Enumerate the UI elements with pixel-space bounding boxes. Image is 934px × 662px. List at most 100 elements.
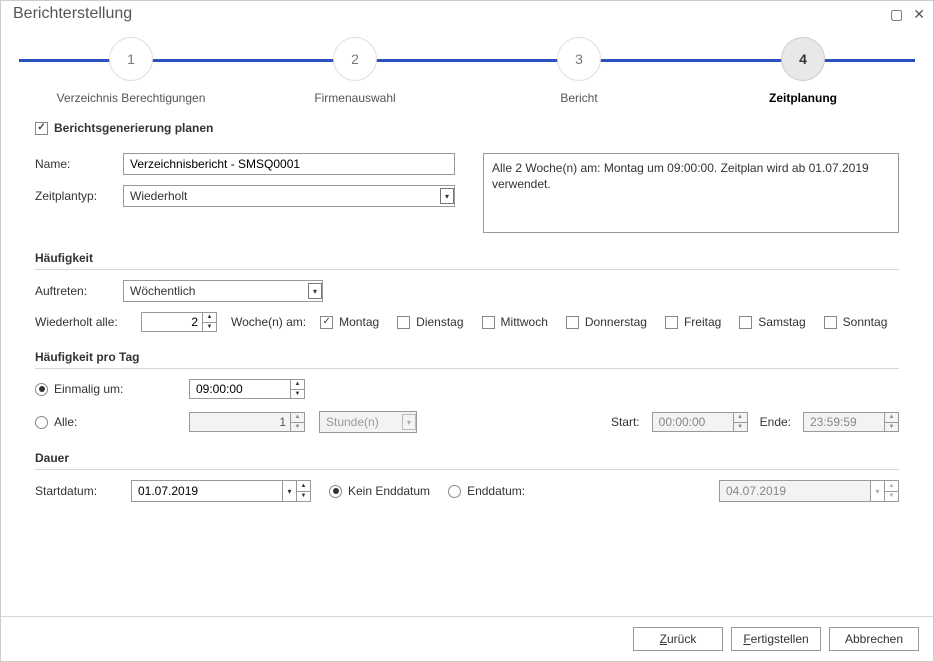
repeat-label: Wiederholt alle:	[35, 315, 127, 329]
daily-title: Häufigkeit pro Tag	[35, 350, 899, 369]
noend-radio[interactable]	[329, 485, 342, 498]
back-button[interactable]: Zurück	[633, 627, 723, 651]
day-dienstag[interactable]: Dienstag	[397, 315, 463, 329]
name-label: Name:	[35, 157, 113, 171]
spin-down-icon[interactable]: ▼	[291, 390, 304, 399]
step-3-circle: 3	[557, 37, 601, 81]
once-radio-group[interactable]: Einmalig um:	[35, 382, 175, 396]
day-donnerstag[interactable]: Donnerstag	[566, 315, 647, 329]
noend-radio-group[interactable]: Kein Enddatum	[329, 484, 430, 498]
every-radio[interactable]	[35, 416, 48, 429]
spin-down-icon[interactable]: ▼	[203, 323, 216, 332]
enddate-label: Enddatum:	[467, 484, 525, 498]
spin-down-icon: ▼	[885, 423, 898, 432]
spin-controls: ▲ ▼	[884, 481, 898, 501]
spin-up-icon: ▲	[291, 413, 304, 423]
day-sonntag[interactable]: Sonntag	[824, 315, 888, 329]
name-input[interactable]	[123, 153, 455, 175]
plan-left-col: Name: Zeitplantyp: Wiederholt ▾	[35, 153, 455, 217]
start-end-group: Start: ▲ ▼ Ende: ▲ ▼	[611, 412, 899, 432]
step-2[interactable]: 2 Firmenauswahl	[243, 37, 467, 105]
chevron-down-icon: ▾	[402, 414, 416, 430]
startdate-label: Startdatum:	[35, 484, 113, 498]
plan-checkbox-label: Berichtsgenerierung planen	[54, 121, 213, 135]
chevron-down-icon[interactable]: ▾	[282, 481, 296, 501]
spin-up-icon: ▲	[885, 481, 898, 492]
enddate-input	[720, 481, 870, 501]
step-1[interactable]: 1 Verzeichnis Berechtigungen	[19, 37, 243, 105]
day-mittwoch[interactable]: Mittwoch	[482, 315, 548, 329]
spin-down-icon: ▼	[885, 492, 898, 502]
enddate-combo: ▾ ▲ ▼	[719, 480, 899, 502]
spin-controls: ▲ ▼	[290, 413, 304, 431]
duration-row: Startdatum: ▾ ▲ ▼ Kein Enddatum Enddatum…	[35, 480, 899, 502]
step-2-circle: 2	[333, 37, 377, 81]
type-combo[interactable]: Wiederholt ▾	[123, 185, 455, 207]
spin-controls[interactable]: ▲ ▼	[290, 380, 304, 398]
spin-controls[interactable]: ▲ ▼	[296, 481, 310, 501]
once-row: Einmalig um: ▲ ▼	[35, 379, 899, 399]
every-spinbox: ▲ ▼	[189, 412, 305, 432]
every-label: Alle:	[54, 415, 77, 429]
spin-up-icon[interactable]: ▲	[297, 481, 310, 492]
day-freitag[interactable]: Freitag	[665, 315, 721, 329]
every-input	[190, 413, 290, 431]
day-samstag[interactable]: Samstag	[739, 315, 805, 329]
occur-label: Auftreten:	[35, 284, 113, 298]
once-timebox[interactable]: ▲ ▼	[189, 379, 305, 399]
every-row: Alle: ▲ ▼ Stunde(n) ▾ Start: ▲ ▼ Ende:	[35, 411, 899, 433]
occur-combo[interactable]: Wöchentlich ▾	[123, 280, 323, 302]
repeat-unit: Woche(n) am:	[231, 315, 306, 329]
step-1-label: Verzeichnis Berechtigungen	[57, 91, 206, 105]
step-4-circle: 4	[781, 37, 825, 81]
spin-controls[interactable]: ▲ ▼	[202, 313, 216, 331]
startdate-input[interactable]	[132, 481, 282, 501]
repeat-input[interactable]	[142, 313, 202, 331]
once-time-input[interactable]	[190, 380, 290, 398]
content: Berichtsgenerierung planen Name: Zeitpla…	[1, 105, 933, 502]
titlebar: Berichterstellung ▢ ✕	[1, 1, 933, 31]
maximize-icon[interactable]: ▢	[890, 6, 903, 23]
every-unit-combo: Stunde(n) ▾	[319, 411, 417, 433]
repeat-spinbox[interactable]: ▲ ▼	[141, 312, 217, 332]
window-title: Berichterstellung	[13, 5, 132, 23]
occur-row: Auftreten: Wöchentlich ▾	[35, 280, 899, 302]
every-unit: Stunde(n)	[326, 415, 379, 429]
chevron-down-icon[interactable]: ▾	[440, 188, 454, 204]
spin-up-icon[interactable]: ▲	[203, 313, 216, 323]
step-4[interactable]: 4 Zeitplanung	[691, 37, 915, 105]
occur-value: Wöchentlich	[130, 284, 195, 298]
chevron-down-icon[interactable]: ▾	[308, 283, 322, 299]
enddate-radio[interactable]	[448, 485, 461, 498]
start-timebox: ▲ ▼	[652, 412, 748, 432]
step-3[interactable]: 3 Bericht	[467, 37, 691, 105]
end-label: Ende:	[760, 415, 791, 429]
start-input	[653, 413, 733, 431]
cancel-button[interactable]: Abbrechen	[829, 627, 919, 651]
end-timebox: ▲ ▼	[803, 412, 899, 432]
spin-up-icon: ▲	[885, 413, 898, 423]
frequency-title: Häufigkeit	[35, 251, 899, 270]
finish-button[interactable]: Fertigstellen	[731, 627, 821, 651]
wizard-steps: 1 Verzeichnis Berechtigungen 2 Firmenaus…	[1, 37, 933, 105]
spin-up-icon[interactable]: ▲	[291, 380, 304, 390]
spin-down-icon[interactable]: ▼	[297, 492, 310, 502]
close-icon[interactable]: ✕	[913, 6, 925, 23]
every-radio-group[interactable]: Alle:	[35, 415, 175, 429]
enddate-radio-group[interactable]: Enddatum:	[448, 484, 525, 498]
duration-title: Dauer	[35, 451, 899, 470]
step-3-label: Bericht	[560, 91, 597, 105]
spin-down-icon: ▼	[734, 423, 747, 432]
spin-controls: ▲ ▼	[733, 413, 747, 431]
day-montag[interactable]: Montag	[320, 315, 379, 329]
plan-checkbox[interactable]	[35, 122, 48, 135]
startdate-combo[interactable]: ▾ ▲ ▼	[131, 480, 311, 502]
plan-checkbox-row[interactable]: Berichtsgenerierung planen	[35, 121, 899, 135]
schedule-summary: Alle 2 Woche(n) am: Montag um 09:00:00. …	[483, 153, 899, 233]
plan-top-grid: Name: Zeitplantyp: Wiederholt ▾ Alle 2 W…	[35, 153, 899, 233]
type-label: Zeitplantyp:	[35, 189, 113, 203]
type-value: Wiederholt	[130, 189, 187, 203]
step-1-circle: 1	[109, 37, 153, 81]
once-radio[interactable]	[35, 383, 48, 396]
weekday-group: Montag Dienstag Mittwoch Donnerstag Frei…	[320, 315, 887, 329]
